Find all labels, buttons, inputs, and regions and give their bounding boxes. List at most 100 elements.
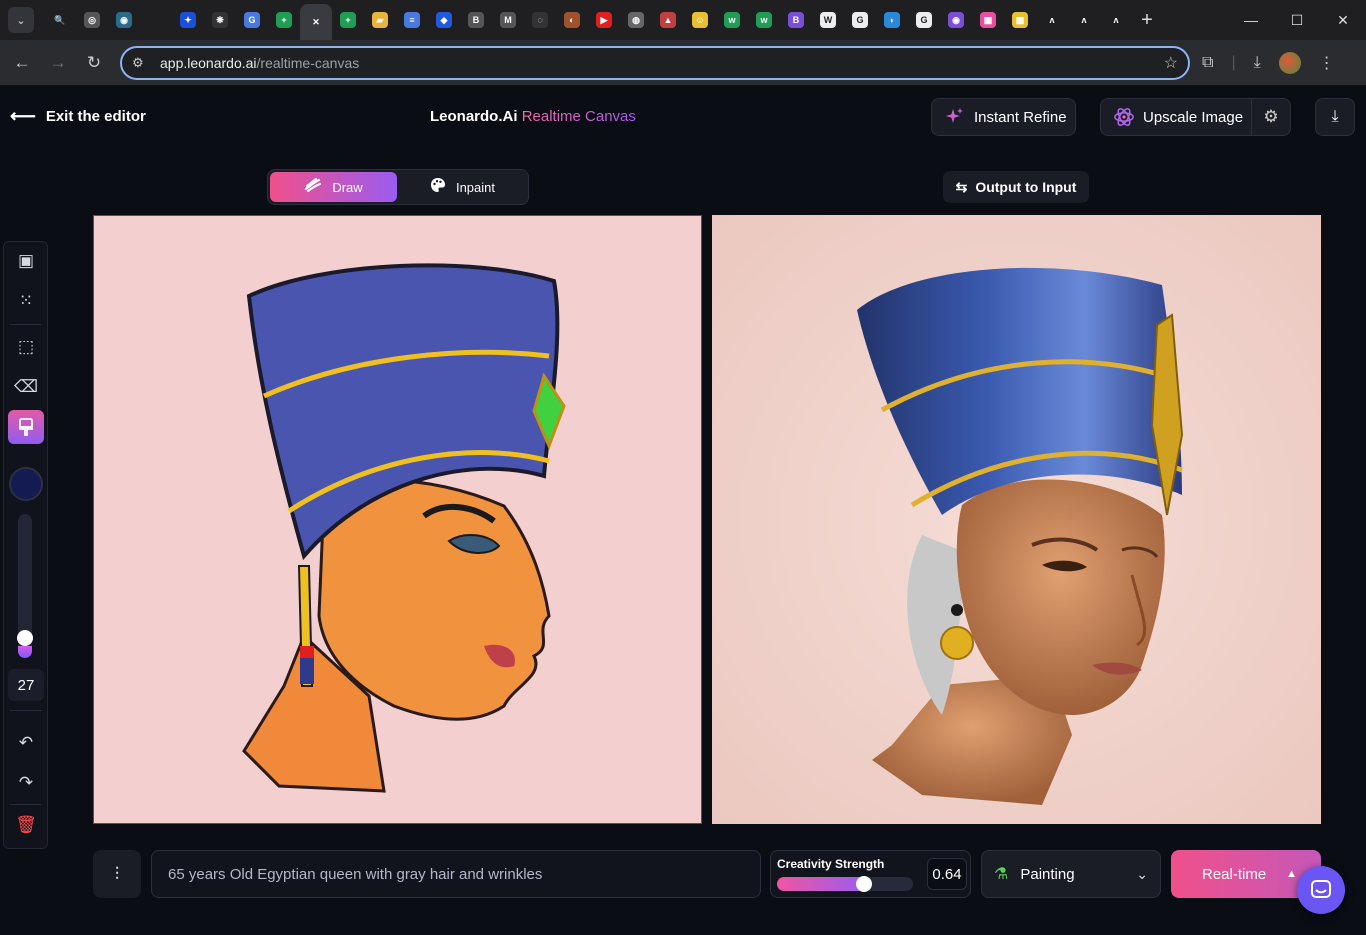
leonardo-tab-3[interactable]: ʌ <box>1100 4 1132 36</box>
alien-tab-favicon-icon: ▲ <box>660 12 676 28</box>
creativity-strength-slider[interactable] <box>777 877 913 891</box>
diamond-tab[interactable]: ◆ <box>428 4 460 36</box>
toolbar-divider <box>10 324 42 325</box>
purple-tab[interactable]: ◉ <box>940 4 972 36</box>
swirl-tab[interactable]: ◐ <box>556 4 588 36</box>
brush-size-handle[interactable] <box>17 630 33 646</box>
maximize-icon[interactable]: ☐ <box>1274 0 1320 40</box>
address-bar[interactable]: ⚙ app.leonardo.ai/realtime-canvas ☆ <box>120 45 1190 80</box>
creativity-strength-control: Creativity Strength 0.64 <box>770 850 971 898</box>
translate-tab[interactable]: G <box>236 4 268 36</box>
alien-tab[interactable]: ▲ <box>652 4 684 36</box>
creativity-strength-value[interactable]: 0.64 <box>927 858 967 890</box>
drawing-toolbar: ▣ ⁙ ⬚ ⌫ 27 ↶ ↷ 🗑 <box>3 241 48 849</box>
gemini-tab[interactable]: ◎ <box>76 4 108 36</box>
select-icon[interactable]: ⬚ <box>8 330 44 364</box>
add-image-icon[interactable]: ▣ <box>8 244 44 278</box>
scholar-tab-favicon-icon: ▰ <box>372 12 388 28</box>
blank-tab[interactable] <box>140 4 172 36</box>
scholar-tab[interactable]: ▰ <box>364 4 396 36</box>
exit-arrow-icon: ⟵ <box>10 106 36 126</box>
drawing-canvas[interactable] <box>93 215 702 824</box>
redo-icon[interactable]: ↷ <box>8 766 44 800</box>
tab-inpaint[interactable]: Inpaint <box>399 172 526 202</box>
download-button[interactable]: ⤓ <box>1315 98 1355 136</box>
leonardo-tab-2[interactable]: ʌ <box>1068 4 1100 36</box>
globe-tab[interactable]: ◍ <box>620 4 652 36</box>
search-tab[interactable]: 🔍 <box>44 4 76 36</box>
trash-icon[interactable]: 🗑 <box>8 808 44 842</box>
openai-tab[interactable]: ❋ <box>204 4 236 36</box>
extensions-icon[interactable]: ⧉ <box>1202 54 1213 72</box>
browser-menu-icon[interactable]: ⋮ <box>1319 53 1335 73</box>
exit-editor-button[interactable]: ⟵ Exit the editor <box>10 106 146 127</box>
circle-tab[interactable]: ◌ <box>524 4 556 36</box>
generated-portrait <box>712 215 1321 824</box>
brand-product: Realtime Canvas <box>521 108 636 125</box>
docs-tab-favicon-icon: ≡ <box>404 12 420 28</box>
leonardo-tab-3-favicon-icon: ʌ <box>1108 12 1124 28</box>
eraser-icon[interactable]: ⌫ <box>8 370 44 404</box>
profile-avatar[interactable] <box>1278 51 1301 74</box>
w-tab[interactable]: w <box>716 4 748 36</box>
prompt-input[interactable]: 65 years Old Egyptian queen with gray ha… <box>151 850 761 898</box>
instant-refine-button[interactable]: Instant Refine <box>931 98 1076 136</box>
forward-icon[interactable]: → <box>40 45 76 81</box>
close-window-icon[interactable]: ✕ <box>1320 0 1366 40</box>
colors-tab[interactable]: ▦ <box>972 4 1004 36</box>
bootstrap-tab[interactable]: B <box>780 4 812 36</box>
docs-tab[interactable]: ≡ <box>396 4 428 36</box>
tab-draw[interactable]: Draw <box>270 172 397 202</box>
extensions-tab[interactable]: ✦ <box>172 4 204 36</box>
brush-icon[interactable] <box>8 410 44 444</box>
edge-tab[interactable]: ◗ <box>876 4 908 36</box>
globe-tab-favicon-icon: ◍ <box>628 12 644 28</box>
creativity-strength-handle[interactable] <box>856 876 873 892</box>
active-tab[interactable]: ✕ <box>300 4 332 40</box>
output-to-input-label: Output to Input <box>975 179 1077 195</box>
prompt-text: 65 years Old Egyptian queen with gray ha… <box>168 865 543 883</box>
sheets-tab-2[interactable]: + <box>332 4 364 36</box>
google-tab[interactable]: G <box>844 4 876 36</box>
brush-size-fill <box>18 646 32 658</box>
brush-color-picker[interactable] <box>9 467 43 501</box>
output-to-input-button[interactable]: ⇆ Output to Input <box>943 171 1089 203</box>
sheets-tab[interactable]: + <box>268 4 300 36</box>
settings-gear-icon[interactable]: ⚙ <box>1252 107 1290 127</box>
wikipedia-tab[interactable]: W <box>812 4 844 36</box>
maps-tab[interactable]: ◉ <box>108 4 140 36</box>
sliders-icon: ⫶ <box>114 863 120 884</box>
brush-size-value[interactable]: 27 <box>8 669 44 701</box>
minimize-icon[interactable]: — <box>1228 0 1274 40</box>
sparkle-icon <box>944 106 966 128</box>
generation-settings-button[interactable]: ⫶ <box>93 850 141 898</box>
undo-icon[interactable]: ↶ <box>8 726 44 760</box>
support-chat-button[interactable] <box>1297 866 1345 914</box>
colors-tab-2[interactable]: ▦ <box>1004 4 1036 36</box>
downloads-icon[interactable]: ⤓ <box>1254 54 1261 72</box>
upscale-image-button[interactable]: Upscale Image ⚙ <box>1100 98 1291 136</box>
sheets-tab-2-favicon-icon: + <box>340 12 356 28</box>
site-info-icon[interactable]: ⚙ <box>132 55 152 71</box>
style-dropdown[interactable]: ⚗ Painting ⌄ <box>981 850 1161 898</box>
smile-tab[interactable]: ☺ <box>684 4 716 36</box>
youtube-tab-favicon-icon: ▶ <box>596 12 612 28</box>
sketch-illustration <box>242 263 566 793</box>
back-icon[interactable]: ← <box>4 45 40 81</box>
b-tab[interactable]: B <box>460 4 492 36</box>
new-tab-button[interactable]: + <box>1132 5 1162 35</box>
w-tab-2[interactable]: w <box>748 4 780 36</box>
mode-toggle: Draw Inpaint <box>267 169 529 205</box>
google-tab-2[interactable]: G <box>908 4 940 36</box>
upscale-image-label: Upscale Image <box>1143 108 1244 126</box>
leonardo-tab-favicon-icon: ʌ <box>1044 12 1060 28</box>
m-tab[interactable]: M <box>492 4 524 36</box>
bookmark-star-icon[interactable]: ☆ <box>1164 53 1178 73</box>
caret-up-icon[interactable]: ▲ <box>1286 868 1297 880</box>
tab-search-menu-icon[interactable]: ⌄ <box>8 7 34 33</box>
grid-dots-icon[interactable]: ⁙ <box>8 284 44 318</box>
leonardo-tab[interactable]: ʌ <box>1036 4 1068 36</box>
reload-icon[interactable]: ↻ <box>76 45 112 81</box>
inpaint-label: Inpaint <box>455 179 496 195</box>
youtube-tab[interactable]: ▶ <box>588 4 620 36</box>
